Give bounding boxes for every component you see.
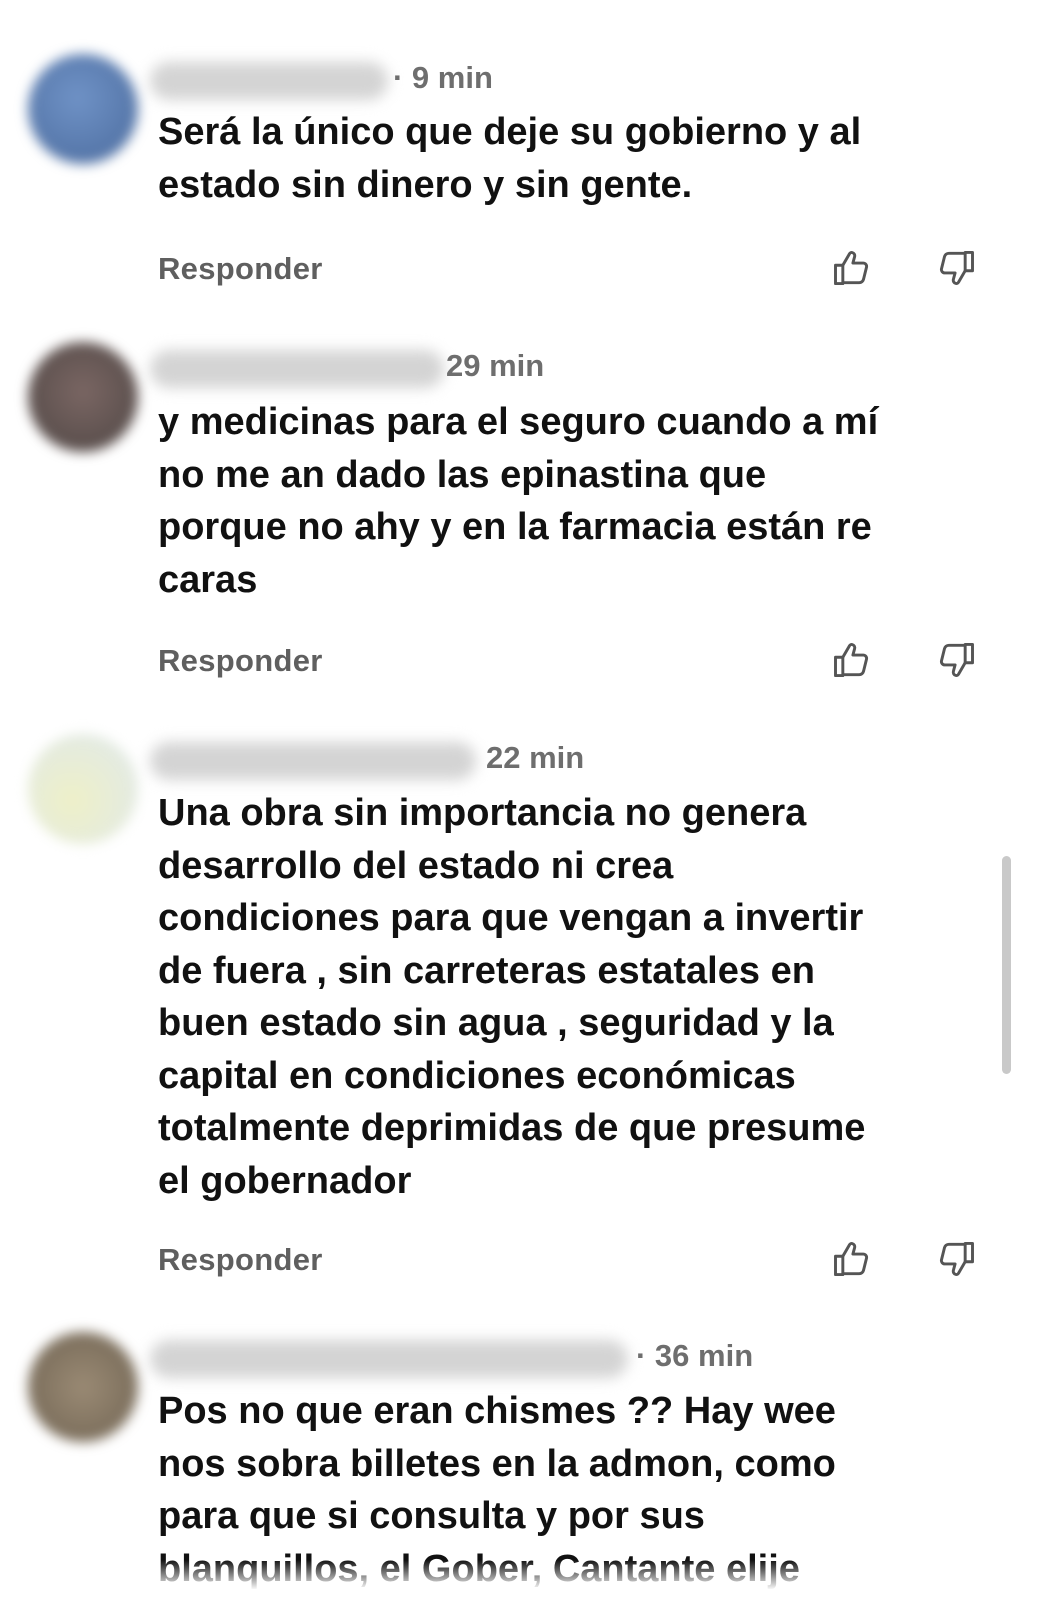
scrollbar[interactable] [1002, 856, 1011, 1074]
reply-button[interactable]: Responder [158, 643, 323, 679]
comment-text-line: Será la único que deje su gobierno y al [158, 111, 862, 153]
comment-text-line: no me an dado las epinastina que [158, 453, 767, 496]
comment-text-line: estado sin dinero y sin gente. [158, 163, 693, 206]
thumbs-down-icon[interactable] [934, 638, 978, 682]
comment-text-line: totalmente deprimidas de que presume [158, 1107, 866, 1149]
comment-text-line: capital en condiciones económicas [158, 1054, 796, 1097]
author-name-redacted[interactable] [150, 742, 476, 780]
avatar[interactable] [28, 54, 138, 164]
thumbs-up-icon[interactable] [830, 1237, 874, 1281]
timestamp: · 9 min [393, 60, 493, 95]
comment-text-line: nos sobra billetes en la admon, como [158, 1442, 836, 1485]
author-name-redacted[interactable] [150, 350, 444, 388]
timestamp: · 36 min [636, 1338, 754, 1373]
comment-text-line: y medicinas para el seguro cuando a mí [158, 401, 879, 443]
avatar[interactable] [28, 342, 138, 452]
comment-text-line: desarrollo del estado ni crea [158, 844, 674, 887]
thumbs-up-icon[interactable] [830, 638, 874, 682]
comment-text-line: Una obra sin importancia no genera [158, 792, 807, 834]
thumbs-up-icon[interactable] [830, 246, 874, 290]
thumbs-down-icon[interactable] [934, 246, 978, 290]
avatar[interactable] [28, 734, 138, 844]
comment-text-line: caras [158, 558, 258, 601]
author-name-redacted[interactable] [150, 62, 388, 100]
comment-text-line: el gobernador [158, 1159, 412, 1202]
comment-text-line: buen estado sin agua , seguridad y la [158, 1002, 834, 1044]
comment-text-line: de fuera , sin carreteras estatales en [158, 949, 815, 992]
reply-button[interactable]: Responder [158, 251, 323, 287]
timestamp: 22 min [486, 740, 585, 775]
timestamp: 29 min [446, 348, 545, 383]
comment-text: y medicinas para el seguro cuando a mí n… [158, 396, 1008, 606]
comment-text-line: para que si consulta y por sus [158, 1495, 705, 1537]
comment-text-line: condiciones para que vengan a invertir [158, 897, 864, 939]
comment-text-line: porque no ahy y en la farmacia están re [158, 506, 872, 548]
comment-text: Será la único que deje su gobierno y al … [158, 106, 1008, 211]
author-name-redacted[interactable] [150, 1340, 628, 1378]
bottom-fade [0, 1560, 1040, 1600]
comment-text-line: Pos no que eran chismes ?? Hay wee [158, 1390, 836, 1432]
reply-button[interactable]: Responder [158, 1242, 323, 1278]
comment-text: Una obra sin importancia no genera desar… [158, 787, 1008, 1207]
avatar[interactable] [28, 1332, 138, 1442]
thumbs-down-icon[interactable] [934, 1237, 978, 1281]
